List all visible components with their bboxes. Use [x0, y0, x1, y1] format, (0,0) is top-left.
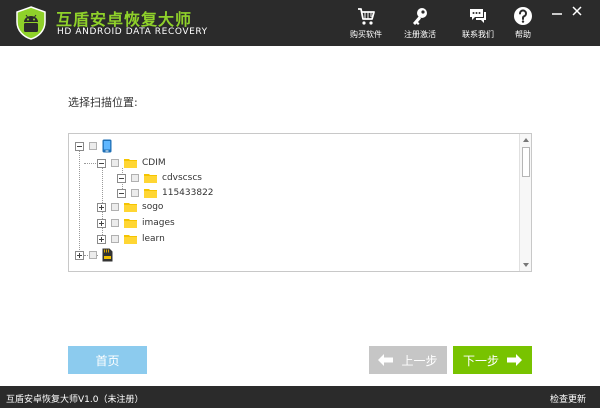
expand-toggle[interactable]	[75, 250, 84, 260]
folder-icon	[124, 159, 137, 168]
node-checkbox[interactable]	[131, 189, 139, 197]
tree-connector	[84, 163, 98, 164]
expand-toggle[interactable]	[97, 202, 106, 212]
folder-icon	[144, 189, 157, 198]
key-icon	[413, 8, 427, 25]
contact-us-button[interactable]: 联系我们	[453, 6, 503, 42]
scan-location-tree[interactable]: CDIM cdvscscs 115433822 sogo images lear…	[68, 133, 532, 272]
arrow-right-icon	[507, 354, 522, 366]
collapse-toggle[interactable]	[117, 173, 126, 183]
tree-node-phone[interactable]	[75, 139, 112, 153]
register-activate-button[interactable]: 注册激活	[395, 6, 445, 42]
next-step-label: 下一步	[462, 353, 499, 368]
node-checkbox[interactable]	[89, 142, 97, 150]
check-update-link[interactable]: 检查更新	[550, 392, 586, 405]
tree-node-sogo[interactable]: sogo	[97, 200, 163, 214]
buy-software-button[interactable]: 购买软件	[341, 6, 391, 42]
tree-node-cdim[interactable]: CDIM	[97, 156, 166, 170]
node-checkbox[interactable]	[111, 219, 119, 227]
folder-icon	[124, 203, 137, 212]
tree-node-115433822[interactable]: 115433822	[117, 186, 214, 200]
tree-node-cdvscscs[interactable]: cdvscscs	[117, 171, 202, 185]
tree-node-images[interactable]: images	[97, 216, 175, 230]
status-bar: 互盾安卓恢复大师V1.0（未注册） 检查更新	[0, 386, 600, 408]
arrow-left-icon	[378, 354, 394, 366]
node-checkbox[interactable]	[111, 203, 119, 211]
tree-node-learn[interactable]: learn	[97, 232, 165, 246]
collapse-toggle[interactable]	[117, 188, 126, 198]
tree-scrollbar[interactable]	[519, 134, 531, 271]
scroll-down-arrow-icon[interactable]	[521, 260, 531, 270]
folder-icon	[124, 235, 137, 244]
expand-toggle[interactable]	[97, 234, 106, 244]
node-label: learn	[142, 234, 165, 244]
node-checkbox[interactable]	[111, 235, 119, 243]
node-checkbox[interactable]	[131, 174, 139, 182]
android-shield-logo-icon	[16, 6, 46, 40]
node-checkbox[interactable]	[111, 159, 119, 167]
home-button-label: 首页	[95, 353, 120, 368]
title-bar: 互盾安卓恢复大师 HD ANDROID DATA RECOVERY 购买软件 注…	[0, 0, 600, 46]
collapse-toggle[interactable]	[97, 158, 106, 168]
buy-software-label: 购买软件	[350, 30, 382, 39]
previous-step-button[interactable]: 上一步	[369, 346, 447, 374]
chat-icon	[470, 9, 486, 23]
scroll-thumb[interactable]	[522, 147, 530, 177]
node-label: sogo	[142, 202, 164, 212]
phone-device-icon	[102, 139, 112, 153]
help-button[interactable]: 帮助	[498, 6, 548, 42]
node-label: images	[142, 218, 175, 228]
scroll-up-arrow-icon[interactable]	[521, 135, 531, 145]
app-subtitle: HD ANDROID DATA RECOVERY	[57, 27, 208, 37]
node-label: cdvscscs	[162, 173, 202, 183]
expand-toggle[interactable]	[97, 218, 106, 228]
minimize-icon[interactable]	[550, 4, 564, 18]
folder-icon	[124, 219, 137, 228]
scan-location-label: 选择扫描位置:	[68, 96, 138, 109]
node-checkbox[interactable]	[89, 251, 97, 259]
next-step-button[interactable]: 下一步	[453, 346, 532, 374]
close-icon[interactable]	[570, 4, 584, 18]
help-label: 帮助	[515, 30, 531, 39]
home-button[interactable]: 首页	[68, 346, 147, 374]
version-text: 互盾安卓恢复大师V1.0（未注册）	[6, 395, 144, 405]
register-activate-label: 注册激活	[404, 30, 436, 39]
node-label: CDIM	[142, 158, 166, 168]
sd-card-icon	[102, 248, 113, 262]
contact-us-label: 联系我们	[462, 30, 494, 39]
folder-icon	[144, 174, 157, 183]
previous-step-label: 上一步	[401, 353, 438, 368]
tree-node-sd-card[interactable]	[75, 248, 113, 262]
collapse-toggle[interactable]	[75, 141, 84, 151]
node-label: 115433822	[162, 188, 214, 198]
tree-connector	[79, 150, 80, 256]
help-icon	[514, 7, 532, 25]
cart-icon	[358, 8, 375, 25]
